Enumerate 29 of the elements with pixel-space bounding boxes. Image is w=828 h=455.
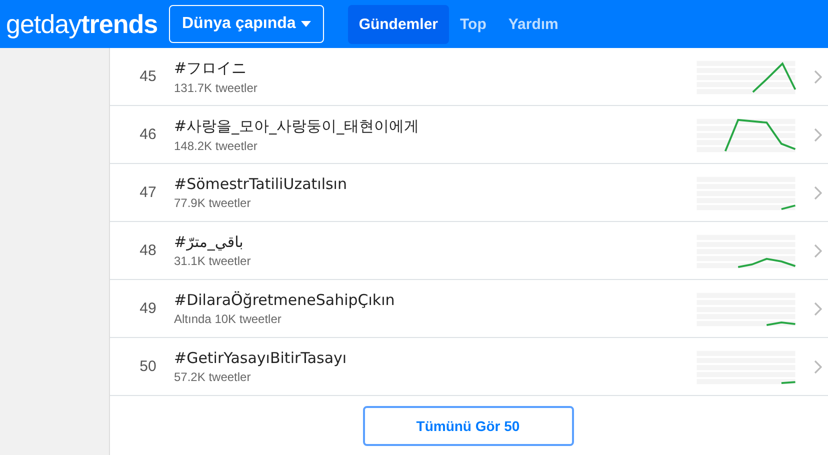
chevron-right-icon[interactable] (814, 128, 822, 142)
chevron-right-icon[interactable] (814, 302, 822, 316)
chevron-right-icon[interactable] (814, 360, 822, 374)
trend-link[interactable]: #사랑을_모아_사랑둥이_태현이에게 (174, 116, 694, 136)
tweet-count: Altında 10K tweetler (174, 312, 282, 326)
tweet-count: 148.2K tweetler (174, 138, 258, 152)
caret-icon (300, 21, 311, 27)
show-all-button[interactable]: Tümünü Gör 50 (362, 406, 574, 446)
trend-link[interactable]: #GetirYasayıBitirTasayı (174, 349, 694, 367)
trend-link[interactable]: #باقي_مترّ (174, 233, 694, 251)
tweet-count: 131.7K tweetler (174, 80, 258, 94)
chevron-right-icon[interactable] (814, 186, 822, 200)
chevron-right-icon[interactable] (814, 244, 822, 258)
nav-link[interactable]: Gündemler (348, 4, 449, 44)
tweet-count: 77.9K tweetler (174, 196, 252, 210)
trend-rank: 45 (138, 68, 158, 85)
trend-rank: 46 (138, 126, 158, 143)
trend-rank: 47 (138, 184, 158, 201)
chevron-right-icon[interactable] (814, 70, 822, 84)
trend-rank: 49 (138, 300, 158, 317)
tweet-count: 31.1K tweetler (174, 254, 252, 268)
trend-rank: 48 (138, 242, 158, 259)
trend-link[interactable]: #フロイニ (174, 58, 694, 78)
location-dropdown[interactable]: Dünya çapında (169, 5, 324, 43)
logo[interactable]: getdaytrends (6, 8, 155, 40)
trend-rank: 50 (138, 358, 158, 375)
tweet-count: 57.2K tweetler (174, 370, 252, 384)
trend-link[interactable]: #SömestrTatiliUzatılsın (174, 175, 694, 193)
trend-link[interactable]: #DilaraÖğretmeneSahipÇıkın (174, 291, 694, 309)
